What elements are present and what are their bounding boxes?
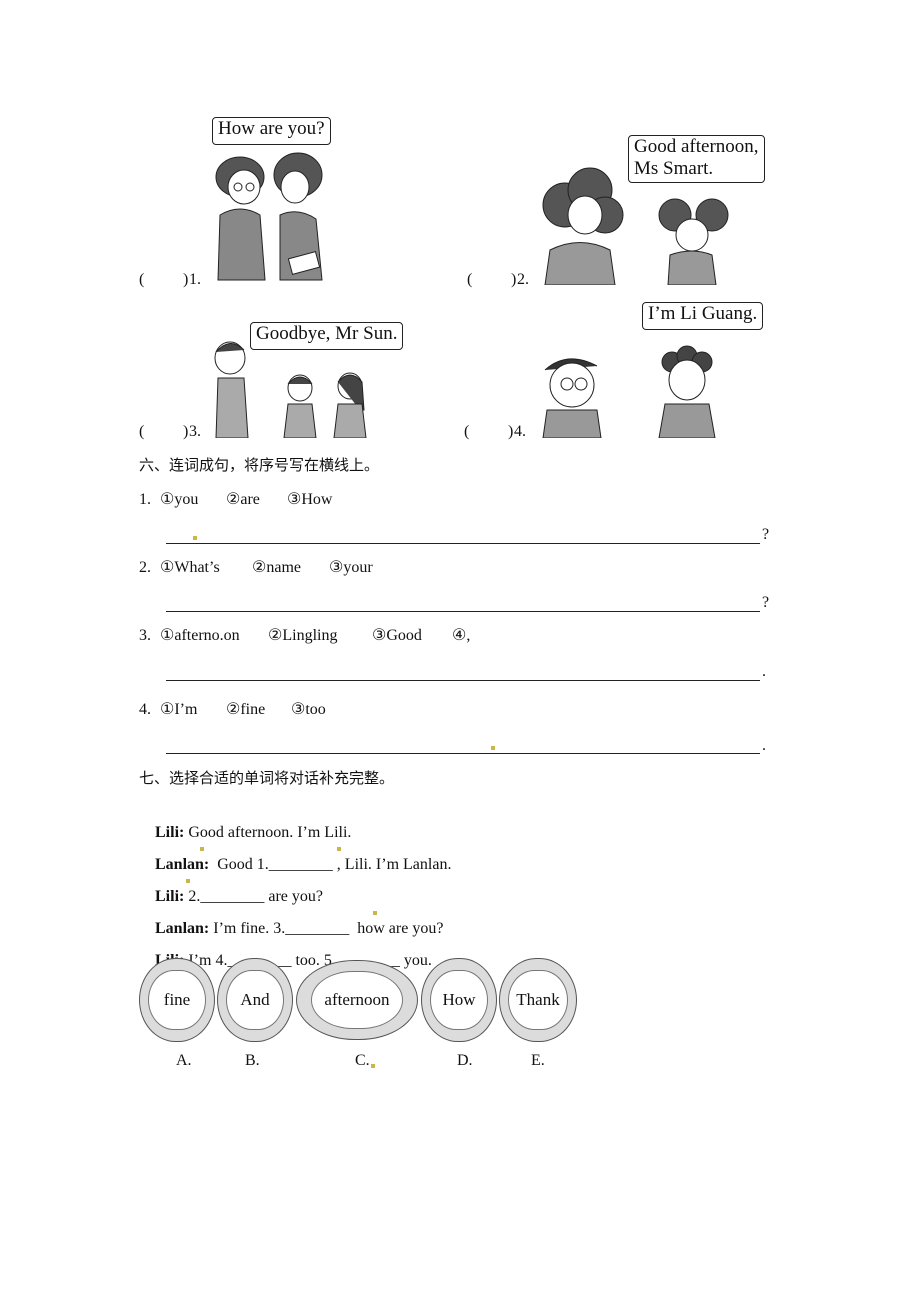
- end-punctuation: .: [762, 737, 766, 754]
- answer-bracket-close: ): [183, 271, 189, 288]
- option-letter: C.: [355, 1052, 370, 1069]
- item-number: 4.: [514, 423, 526, 440]
- question-number: 4.: [139, 701, 151, 718]
- item-number: 2.: [517, 271, 529, 288]
- word-cloud-c: afternoon: [296, 960, 418, 1040]
- answer-line-2[interactable]: [166, 611, 760, 612]
- option-letter: D.: [457, 1052, 473, 1069]
- edit-marker: [373, 911, 377, 915]
- word-cloud-e: Thank: [499, 958, 577, 1042]
- answer-bracket-close: ): [508, 423, 514, 440]
- answer-blank-2[interactable]: [474, 270, 512, 290]
- speech-bubble: I’m Li Guang.: [642, 302, 764, 330]
- edit-marker: [491, 746, 495, 750]
- question-number: 3.: [139, 627, 151, 644]
- end-punctuation: ?: [762, 594, 770, 611]
- answer-line-3[interactable]: [166, 680, 760, 681]
- word-option: ①you: [160, 491, 199, 508]
- speech-bubble: How are you?: [212, 117, 331, 145]
- answer-line-4[interactable]: [166, 753, 760, 754]
- word-cloud-b: And: [217, 958, 293, 1042]
- word-option: ③too: [291, 701, 326, 718]
- answer-bracket-open: (: [464, 423, 470, 440]
- speech-bubble: Goodbye, Mr Sun.: [250, 322, 404, 350]
- word-option: ③your: [329, 559, 373, 576]
- answer-bracket-open: (: [139, 423, 145, 440]
- edit-marker: [371, 1064, 375, 1068]
- answer-blank-4[interactable]: [471, 422, 509, 442]
- end-punctuation: ?: [762, 526, 770, 543]
- section-7-title: 七、选择合适的单词将对话补充完整。: [139, 769, 395, 787]
- word-option: ②are: [226, 491, 260, 508]
- option-letter: B.: [245, 1052, 260, 1069]
- cloud-word: afternoon: [310, 971, 404, 1029]
- cloud-word: And: [226, 969, 284, 1031]
- answer-blank-1[interactable]: [146, 270, 184, 290]
- edit-marker: [186, 879, 190, 883]
- section-6-title: 六、连词成句，将序号写在横线上。: [139, 456, 380, 474]
- word-cloud-d: How: [421, 958, 497, 1042]
- word-option: ③How: [287, 491, 333, 508]
- answer-line-1[interactable]: [166, 543, 760, 544]
- cloud-word: fine: [148, 969, 206, 1031]
- word-option: ①afterno.on: [160, 627, 240, 644]
- item-number: 3.: [189, 423, 201, 440]
- word-option: ③Good: [372, 627, 422, 644]
- cloud-word: Thank: [508, 969, 568, 1031]
- end-punctuation: .: [762, 663, 766, 680]
- answer-bracket-open: (: [467, 271, 473, 288]
- speech-bubble: Good afternoon, Ms Smart.: [628, 135, 765, 183]
- question-number: 1.: [139, 491, 151, 508]
- item-number: 1.: [189, 271, 201, 288]
- question-number: 2.: [139, 559, 151, 576]
- edit-marker: [200, 847, 204, 851]
- word-option: ①What’s: [160, 559, 220, 576]
- edit-marker: [193, 536, 197, 540]
- word-cloud-a: fine: [139, 958, 215, 1042]
- answer-blank-3[interactable]: [146, 422, 184, 442]
- word-option: ②fine: [226, 701, 266, 718]
- option-letter: A.: [176, 1052, 192, 1069]
- answer-bracket-close: ): [183, 423, 189, 440]
- word-option: ②Lingling: [268, 627, 338, 644]
- answer-bracket-open: (: [139, 271, 145, 288]
- cloud-word: How: [430, 969, 488, 1031]
- word-option: ①I’m: [160, 701, 198, 718]
- option-letter: E.: [531, 1052, 545, 1069]
- answer-bracket-close: ): [511, 271, 517, 288]
- edit-marker: [337, 847, 341, 851]
- word-option: ②name: [252, 559, 301, 576]
- word-option: ④,: [452, 627, 471, 644]
